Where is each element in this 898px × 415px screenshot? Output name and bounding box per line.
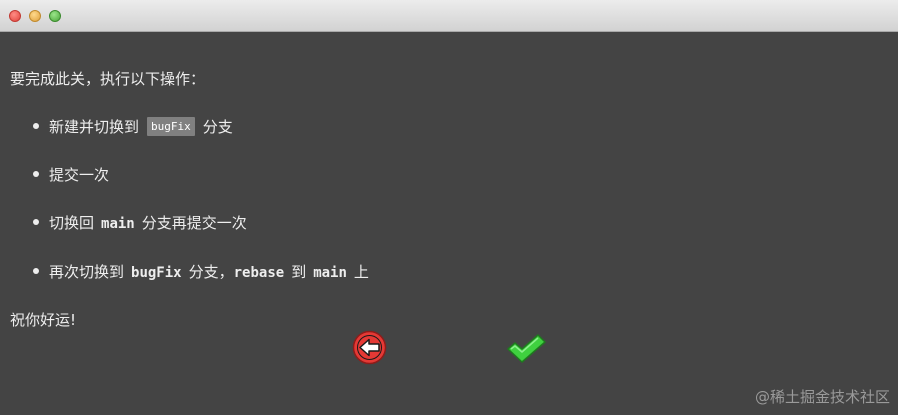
bullet-icon (33, 267, 39, 274)
list-item: 提交一次 (33, 164, 109, 185)
code-label: main (313, 265, 347, 281)
confirm-button[interactable] (505, 332, 547, 364)
task-text: 分支， (188, 263, 234, 281)
minimize-window-button[interactable] (29, 10, 41, 22)
bullet-icon (33, 170, 39, 177)
list-item: 新建并切换到 bugFix 分支 (33, 116, 233, 137)
code-label: bugFix (131, 265, 182, 281)
task-text: 上 (353, 263, 369, 281)
back-button[interactable] (352, 330, 387, 365)
task-text: 提交一次 (49, 166, 110, 184)
intro-text: 要完成此关，执行以下操作： (10, 70, 206, 88)
app-window: 要完成此关，执行以下操作： 新建并切换到 bugFix 分支 提交一次 切换回 mai… (0, 0, 898, 415)
task-text: 分支 (202, 118, 233, 136)
code-label: main (101, 216, 135, 232)
code-label: bugFix (147, 117, 195, 136)
task-text: 新建并切换到 (49, 118, 140, 136)
bullet-icon (33, 218, 39, 225)
checkmark-icon (507, 334, 546, 363)
outro-text: 祝你好运! (10, 311, 77, 329)
back-arrow-icon (352, 330, 387, 365)
code-label: rebase (233, 265, 285, 281)
list-item: 切换回 main 分支再提交一次 (33, 212, 247, 233)
task-text: 切换回 (49, 214, 95, 232)
bullet-icon (33, 122, 39, 129)
close-window-button[interactable] (9, 10, 21, 22)
window-titlebar (0, 0, 898, 32)
task-text: 分支再提交一次 (141, 214, 247, 232)
watermark-text: @稀土掘金技术社区 (754, 388, 890, 406)
task-text: 再次切换到 (49, 263, 125, 281)
task-text: 到 (291, 263, 307, 281)
zoom-window-button[interactable] (49, 10, 61, 22)
list-item: 再次切换到 bugFix 分支，rebase 到 main 上 (33, 261, 369, 282)
